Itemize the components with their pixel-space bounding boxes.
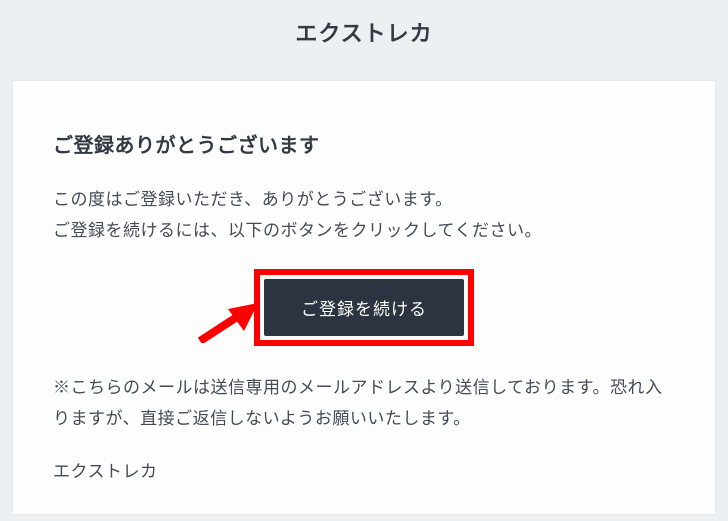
- arrow-icon: [198, 303, 258, 343]
- continue-button[interactable]: ご登録を続ける: [264, 279, 464, 336]
- page-header: エクストレカ: [0, 0, 728, 72]
- body-line-2: ご登録を続けるには、以下のボタンをクリックしてください。: [53, 215, 675, 246]
- note-text: ※こちらのメールは送信専用のメールアドレスより送信しております。恐れ入りますが、…: [53, 372, 675, 435]
- signature-text: エクストレカ: [53, 457, 675, 482]
- page-title: エクストレカ: [0, 16, 728, 48]
- email-card: ご登録ありがとうございます この度はご登録いただき、ありがとうございます。 ご登…: [12, 80, 716, 515]
- card-heading: ご登録ありがとうございます: [53, 129, 675, 158]
- continue-button-wrap: ご登録を続ける: [254, 269, 474, 346]
- body-line-1: この度はご登録いただき、ありがとうございます。: [53, 184, 675, 215]
